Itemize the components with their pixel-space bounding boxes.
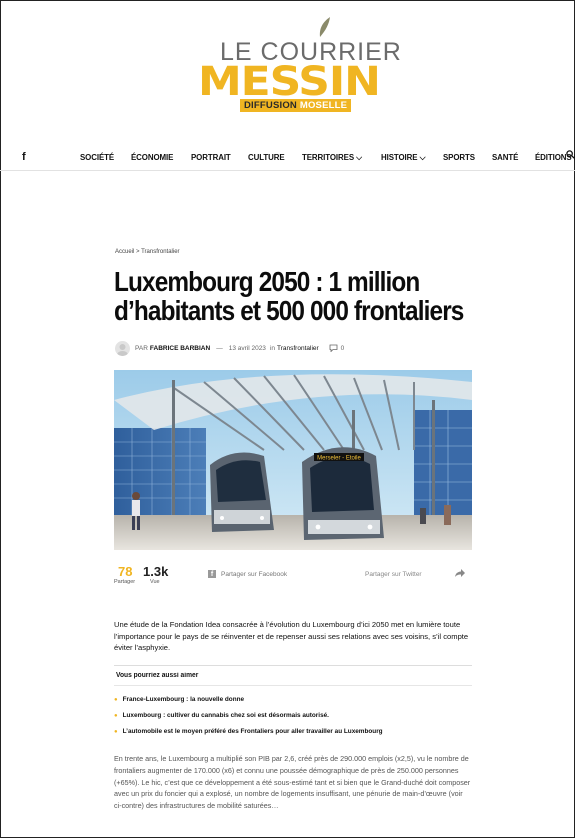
search-icon[interactable] <box>566 150 575 159</box>
facebook-icon[interactable]: f <box>22 151 26 163</box>
bullet-icon: ● <box>114 728 118 735</box>
category-link[interactable]: Transfrontalier <box>277 345 319 352</box>
avatar-icon <box>117 343 128 356</box>
share-facebook-button[interactable]: f Partager sur Facebook <box>208 570 287 578</box>
related-posts: Vous pourriez aussi aimer ● France-Luxem… <box>114 665 472 744</box>
divider <box>114 665 472 666</box>
site-logo[interactable]: LE COURRIER MESSIN DIFFUSION MOSELLE <box>196 16 401 116</box>
main-nav: f SOCIÉTÉ ÉCONOMIE PORTRAIT CULTURE TERR… <box>0 146 575 171</box>
nav-item-economie[interactable]: ÉCONOMIE <box>131 152 173 163</box>
nav-item-sante[interactable]: SANTÉ <box>492 152 518 163</box>
article-meta: PAR FABRICE BARBIAN — 13 avril 2023 in T… <box>115 340 344 356</box>
tram-destination-sign: Merseler - Etoile <box>317 456 361 462</box>
view-count-label: Vue <box>150 579 160 585</box>
author-link[interactable]: FABRICE BARBIAN <box>150 345 210 352</box>
share-twitter-button[interactable]: Partager sur Twitter <box>365 571 422 578</box>
nav-item-sports[interactable]: SPORTS <box>443 152 475 163</box>
author-avatar[interactable] <box>115 340 130 356</box>
nav-items: SOCIÉTÉ ÉCONOMIE PORTRAIT CULTURE TERRIT… <box>80 152 575 163</box>
comments-link[interactable]: 0 <box>329 344 345 352</box>
article-body: En trente ans, le Luxembourg a multiplié… <box>114 754 471 811</box>
logo-tag-suffix: MOSELLE <box>299 100 348 111</box>
related-item[interactable]: ● France-Luxembourg : la nouvelle donne <box>114 696 472 703</box>
share-count-label: Partager <box>114 579 136 585</box>
nav-item-territoires[interactable]: TERRITOIRES ⌵ <box>302 152 362 163</box>
leaf-icon <box>319 17 330 37</box>
tram-station-photo: Merseler - Etoile <box>114 370 472 550</box>
breadcrumb: Accueil > Transfrontalier <box>115 249 180 255</box>
related-item-label: L’automobile est le moyen préféré des Fr… <box>122 728 383 735</box>
related-item[interactable]: ● Luxembourg : cultiver du cannabis chez… <box>114 712 472 719</box>
article-title: Luxembourg 2050 : 1 million d’habitants … <box>114 266 464 326</box>
article-featured-image[interactable]: Merseler - Etoile <box>114 370 472 550</box>
facebook-icon: f <box>208 570 216 578</box>
breadcrumb-home[interactable]: Accueil <box>115 249 134 255</box>
meta-in: in <box>269 344 275 352</box>
nav-item-histoire[interactable]: HISTOIRE ⌵ <box>381 152 426 163</box>
nav-item-portrait[interactable]: PORTRAIT <box>191 152 231 163</box>
meta-by: PAR <box>135 344 148 352</box>
related-item[interactable]: ● L’automobile est le moyen préféré des … <box>114 728 472 735</box>
share-arrow-icon[interactable] <box>454 568 466 578</box>
logo-tagline: DIFFUSION MOSELLE <box>240 99 352 112</box>
bullet-icon: ● <box>114 696 118 703</box>
comment-icon <box>329 344 338 352</box>
bullet-icon: ● <box>114 712 118 719</box>
related-item-label: France-Luxembourg : la nouvelle donne <box>122 696 245 703</box>
nav-item-societe[interactable]: SOCIÉTÉ <box>80 152 114 163</box>
breadcrumb-current[interactable]: Transfrontalier <box>141 249 179 255</box>
view-count: 1.3k <box>143 564 169 579</box>
share-count: 78 <box>118 564 133 579</box>
logo-line-2: MESSIN <box>198 59 381 105</box>
share-facebook-label: Partager sur Facebook <box>221 570 288 578</box>
breadcrumb-separator: > <box>136 249 140 255</box>
divider <box>114 685 472 686</box>
meta-dash: — <box>216 344 223 352</box>
related-heading: Vous pourriez aussi aimer <box>116 672 199 679</box>
comments-count: 0 <box>340 344 345 352</box>
related-item-label: Luxembourg : cultiver du cannabis chez s… <box>122 712 329 719</box>
article-lead: Une étude de la Fondation Idea consacrée… <box>114 620 469 652</box>
logo-tag-prefix: DIFFUSION <box>244 100 297 111</box>
nav-item-culture[interactable]: CULTURE <box>248 152 285 163</box>
share-bar: 78 Partager 1.3k Vue f Partager sur Face… <box>114 562 472 588</box>
article-date: 13 avril 2023 <box>228 344 266 352</box>
